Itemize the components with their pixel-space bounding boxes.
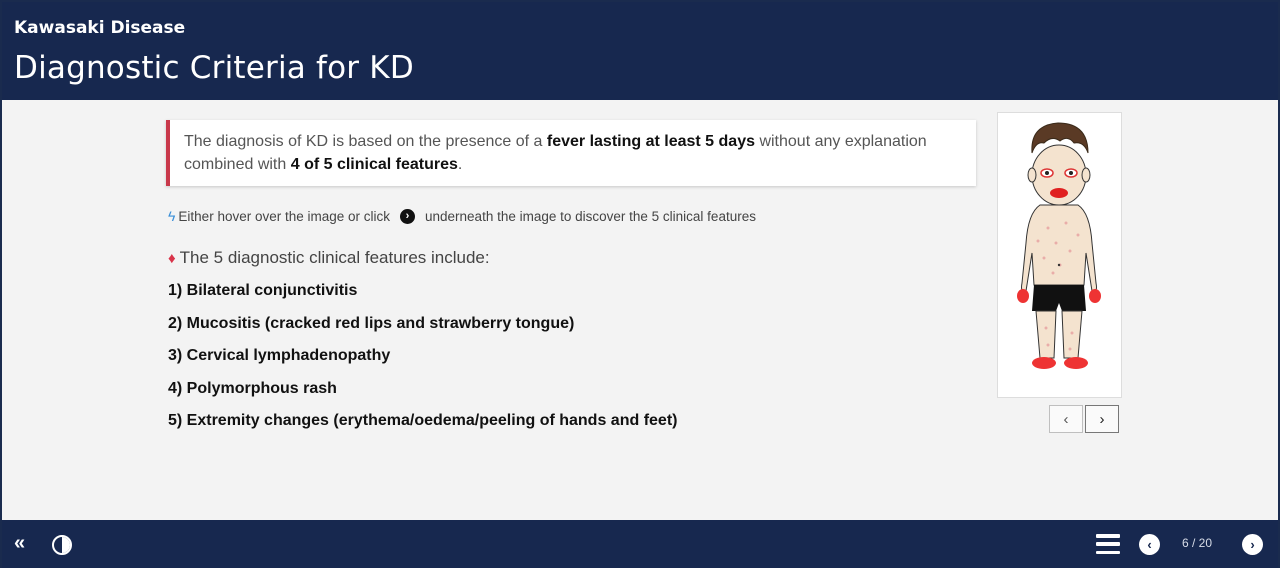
hint-line: ϟ Either hover over the image or click ›… [168, 208, 756, 224]
header: Kawasaki Disease Diagnostic Criteria for… [2, 2, 1278, 100]
child-drawing [1017, 122, 1101, 369]
hint-text-before: Either hover over the image or click [178, 208, 391, 224]
course-title: Kawasaki Disease [14, 18, 186, 38]
list-item: 3) Cervical lymphadenopathy [168, 347, 391, 364]
list-item: 2) Mucositis (cracked red lips and straw… [168, 314, 575, 332]
features-intro: ♦ The 5 diagnostic clinical features inc… [168, 248, 490, 268]
callout-bold-features: 4 of 5 clinical features [290, 156, 458, 173]
page-indicator: 6 / 20 [1182, 536, 1213, 550]
list-item: 1) Bilateral conjunctivitis [168, 282, 358, 299]
prev-page-button[interactable]: ‹ [1139, 534, 1160, 555]
clinical-features-list: 1) Bilateral conjunctivitis 2) Mucositis… [168, 280, 677, 443]
image-nav: ‹ › [1049, 405, 1119, 433]
callout-text-3: . [457, 156, 463, 173]
hint-text-after: underneath the image to discover the 5 c… [425, 208, 756, 224]
diamond-icon: ♦ [168, 249, 176, 267]
callout-text-1: The diagnosis of KD is based on the pres… [184, 133, 547, 150]
features-intro-text: The 5 diagnostic clinical features inclu… [179, 248, 490, 267]
circle-arrow-right-icon: › [400, 208, 416, 224]
diagnosis-callout: The diagnosis of KD is based on the pres… [166, 120, 976, 186]
next-page-button[interactable]: › [1242, 534, 1263, 555]
lightning-icon: ϟ [168, 208, 176, 224]
list-item: 5) Extremity changes (erythema/oedema/pe… [168, 412, 678, 429]
collapse-sidebar-button[interactable]: « [14, 532, 25, 555]
image-prev-button[interactable]: ‹ [1049, 405, 1083, 433]
menu-icon[interactable] [1096, 534, 1120, 554]
child-illustration[interactable] [997, 112, 1122, 398]
app-frame: Kawasaki Disease Diagnostic Criteria for… [0, 0, 1280, 568]
main-content: The diagnosis of KD is based on the pres… [2, 100, 1278, 520]
callout-bold-fever: fever lasting at least 5 days [546, 133, 755, 150]
footer-bar: « ‹ 6 / 20 › [2, 520, 1278, 568]
page-title: Diagnostic Criteria for KD [14, 50, 414, 86]
list-item: 4) Polymorphous rash [168, 379, 337, 397]
contrast-toggle-icon[interactable] [52, 535, 72, 555]
image-next-button[interactable]: › [1085, 405, 1119, 433]
